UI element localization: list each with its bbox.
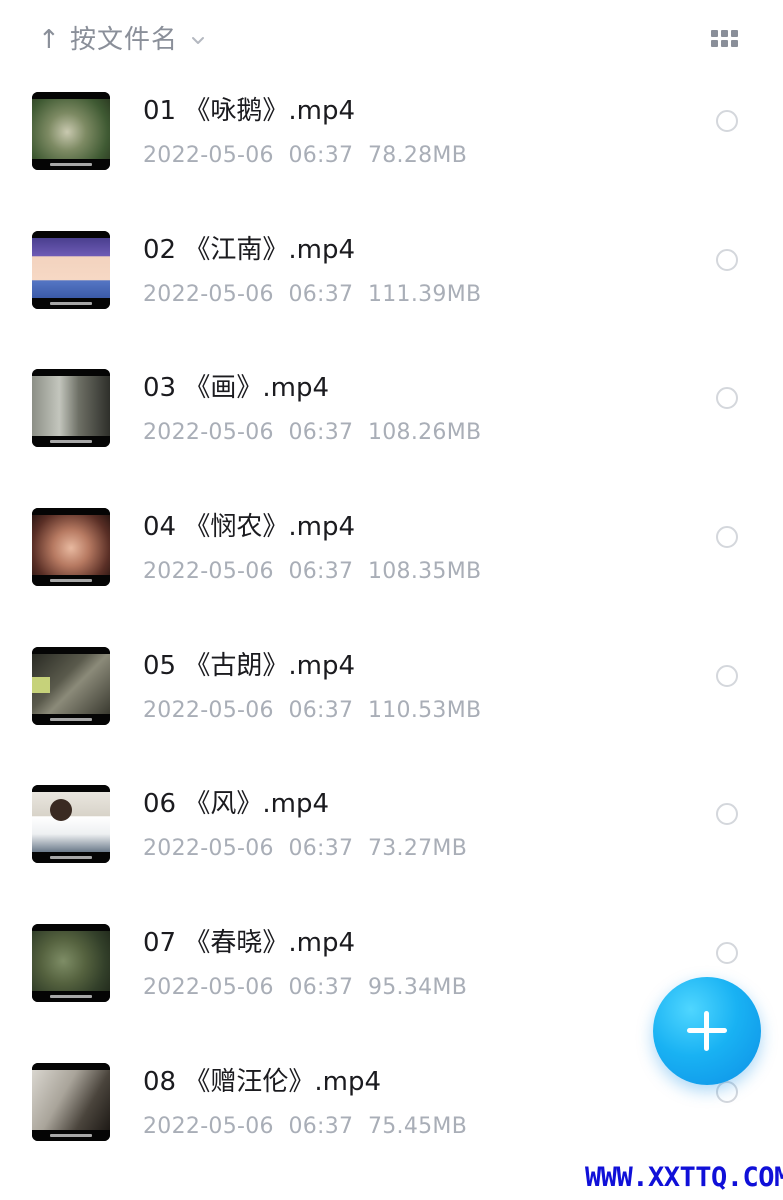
sort-by-name-button[interactable]: 按文件名	[70, 22, 178, 58]
select-radio[interactable]	[716, 526, 738, 548]
file-date: 2022-05-06	[143, 836, 274, 861]
file-meta: 2022-05-06 06:37 108.35MB	[143, 557, 481, 587]
select-radio[interactable]	[716, 110, 738, 132]
file-date: 2022-05-06	[143, 420, 274, 445]
file-date: 2022-05-06	[143, 698, 274, 723]
video-thumbnail	[32, 92, 110, 170]
file-time: 06:37	[288, 836, 354, 861]
file-name: 01 《咏鹅》.mp4	[143, 96, 355, 126]
file-name: 05 《古朗》.mp4	[143, 651, 355, 681]
file-meta: 2022-05-06 06:37 108.26MB	[143, 418, 481, 448]
video-thumbnail	[32, 1063, 110, 1141]
file-time: 06:37	[288, 1114, 354, 1139]
file-item[interactable]: 03 《画》.mp4 2022-05-06 06:37 108.26MB	[0, 358, 783, 496]
sort-header: ↑ 按文件名	[0, 0, 783, 80]
file-meta: 2022-05-06 06:37 95.34MB	[143, 973, 467, 1003]
select-radio[interactable]	[716, 387, 738, 409]
file-name: 02 《江南》.mp4	[143, 235, 355, 265]
file-date: 2022-05-06	[143, 1114, 274, 1139]
video-thumbnail	[32, 924, 110, 1002]
file-size: 95.34MB	[367, 975, 468, 1000]
file-size: 78.28MB	[367, 143, 468, 168]
file-item[interactable]: 04 《悯农》.mp4 2022-05-06 06:37 108.35MB	[0, 497, 783, 635]
file-meta: 2022-05-06 06:37 110.53MB	[143, 696, 481, 726]
file-meta: 2022-05-06 06:37 75.45MB	[143, 1112, 467, 1142]
file-date: 2022-05-06	[143, 975, 274, 1000]
file-name: 07 《春晓》.mp4	[143, 928, 355, 958]
video-thumbnail	[32, 785, 110, 863]
file-name: 08 《赠汪伦》.mp4	[143, 1067, 381, 1097]
file-item[interactable]: 06 《风》.mp4 2022-05-06 06:37 73.27MB	[0, 774, 783, 912]
file-name: 04 《悯农》.mp4	[143, 512, 355, 542]
sort-arrow-icon[interactable]: ↑	[38, 22, 60, 58]
select-radio[interactable]	[716, 803, 738, 825]
file-time: 06:37	[288, 975, 354, 1000]
file-name: 03 《画》.mp4	[143, 373, 329, 403]
file-size: 111.39MB	[367, 282, 482, 307]
file-size: 75.45MB	[367, 1114, 468, 1139]
watermark: WWW.XXTTQ.COM	[585, 1162, 783, 1193]
select-radio[interactable]	[716, 942, 738, 964]
file-time: 06:37	[288, 420, 354, 445]
video-thumbnail	[32, 508, 110, 586]
chevron-down-icon[interactable]	[190, 32, 206, 48]
file-item[interactable]: 05 《古朗》.mp4 2022-05-06 06:37 110.53MB	[0, 636, 783, 774]
select-radio[interactable]	[716, 665, 738, 687]
file-size: 108.35MB	[367, 559, 482, 584]
file-size: 108.26MB	[367, 420, 482, 445]
video-thumbnail	[32, 231, 110, 309]
file-size: 73.27MB	[367, 836, 468, 861]
file-meta: 2022-05-06 06:37 111.39MB	[143, 280, 481, 310]
file-name: 06 《风》.mp4	[143, 789, 329, 819]
grid-view-icon[interactable]	[711, 30, 741, 50]
file-item[interactable]: 02 《江南》.mp4 2022-05-06 06:37 111.39MB	[0, 220, 783, 358]
file-meta: 2022-05-06 06:37 78.28MB	[143, 141, 467, 171]
select-radio[interactable]	[716, 1081, 738, 1103]
file-date: 2022-05-06	[143, 559, 274, 584]
video-thumbnail	[32, 369, 110, 447]
file-date: 2022-05-06	[143, 143, 274, 168]
select-radio[interactable]	[716, 249, 738, 271]
file-time: 06:37	[288, 698, 354, 723]
file-time: 06:37	[288, 143, 354, 168]
file-meta: 2022-05-06 06:37 73.27MB	[143, 834, 467, 864]
file-item[interactable]: 01 《咏鹅》.mp4 2022-05-06 06:37 78.28MB	[0, 81, 783, 219]
file-time: 06:37	[288, 282, 354, 307]
file-time: 06:37	[288, 559, 354, 584]
file-date: 2022-05-06	[143, 282, 274, 307]
file-size: 110.53MB	[367, 698, 482, 723]
video-thumbnail	[32, 647, 110, 725]
add-button[interactable]	[653, 977, 761, 1085]
